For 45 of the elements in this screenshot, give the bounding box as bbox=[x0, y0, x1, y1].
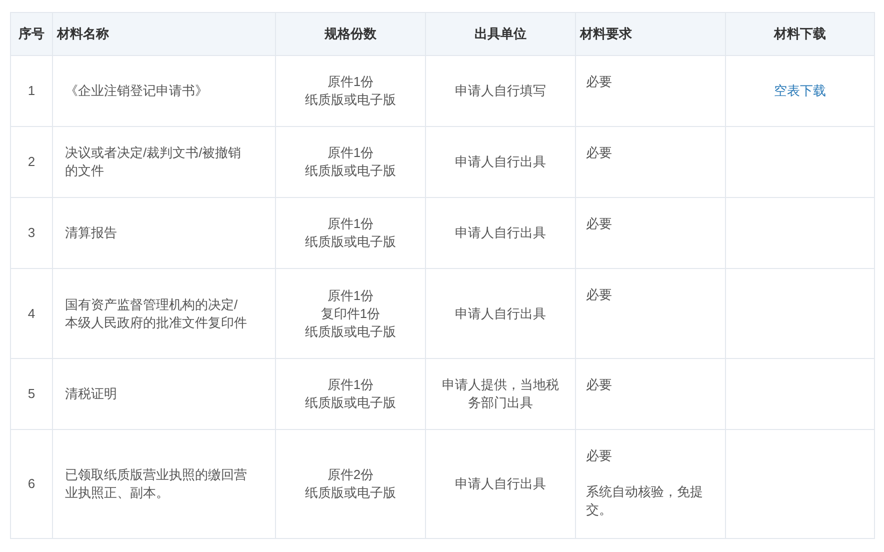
issuer-text: 申请人自行出具 bbox=[455, 306, 546, 320]
spec-text: 原件1份 bbox=[327, 73, 374, 91]
column-header: 序号 bbox=[18, 26, 44, 42]
row-number: 4 bbox=[28, 306, 36, 321]
issuer-text: 申请人自行出具 bbox=[455, 476, 546, 491]
spec-text: 原件1份 bbox=[327, 215, 374, 233]
column-header: 材料要求 bbox=[580, 26, 632, 42]
material-name: 清税证明 bbox=[65, 386, 117, 401]
requirement-text: 必要 bbox=[586, 144, 612, 162]
spec-text: 原件1份 bbox=[327, 286, 374, 304]
material-name: 《企业注销登记申请书》 bbox=[65, 83, 208, 98]
spec-text: 纸质版或电子版 bbox=[305, 394, 396, 412]
row-number: 1 bbox=[28, 83, 36, 98]
material-name: 决议或者决定/裁判文书/被撤销的文件 bbox=[65, 145, 242, 178]
spec-text: 纸质版或电子版 bbox=[305, 91, 396, 109]
issuer-text: 申请人自行填写 bbox=[455, 83, 546, 98]
column-header: 出具单位 bbox=[474, 26, 526, 42]
requirement-text: 必要 bbox=[586, 215, 612, 233]
issuer-text: 申请人自行出具 bbox=[455, 225, 546, 240]
spec-text: 纸质版或电子版 bbox=[305, 322, 396, 340]
row-number: 3 bbox=[28, 225, 36, 240]
material-name: 清算报告 bbox=[65, 225, 117, 240]
spec-text: 原件2份 bbox=[327, 466, 374, 484]
issuer-text: 申请人自行出具 bbox=[455, 154, 546, 169]
requirement-text: 必要 bbox=[586, 376, 612, 394]
spec-text: 纸质版或电子版 bbox=[305, 233, 396, 251]
column-header: 材料下载 bbox=[774, 26, 826, 42]
download-link[interactable]: 空表下载 bbox=[774, 83, 826, 98]
spec-text: 纸质版或电子版 bbox=[305, 162, 396, 180]
requirement-text: 系统自动核验，免提交。 bbox=[586, 483, 704, 519]
requirement-text: 必要 bbox=[586, 73, 612, 91]
requirement-text: 必要 bbox=[586, 286, 612, 304]
spec-text: 原件1份 bbox=[327, 376, 374, 394]
issuer-text: 申请人提供，当地税务部门出具 bbox=[442, 377, 559, 410]
spec-text: 原件1份 bbox=[327, 144, 374, 162]
row-number: 6 bbox=[28, 476, 36, 492]
column-header: 材料名称 bbox=[57, 26, 109, 42]
row-number: 2 bbox=[28, 154, 36, 170]
column-header: 规格份数 bbox=[324, 26, 376, 42]
material-name: 已领取纸质版营业执照的缴回营业执照正、副本。 bbox=[65, 467, 247, 500]
spec-text: 纸质版或电子版 bbox=[305, 484, 396, 502]
requirement-text: 必要 bbox=[586, 447, 612, 465]
material-name: 国有资产监督管理机构的决定/本级人民政府的批准文件复印件 bbox=[65, 296, 247, 330]
spec-text: 复印件1份 bbox=[320, 304, 380, 322]
row-number: 5 bbox=[28, 386, 36, 402]
